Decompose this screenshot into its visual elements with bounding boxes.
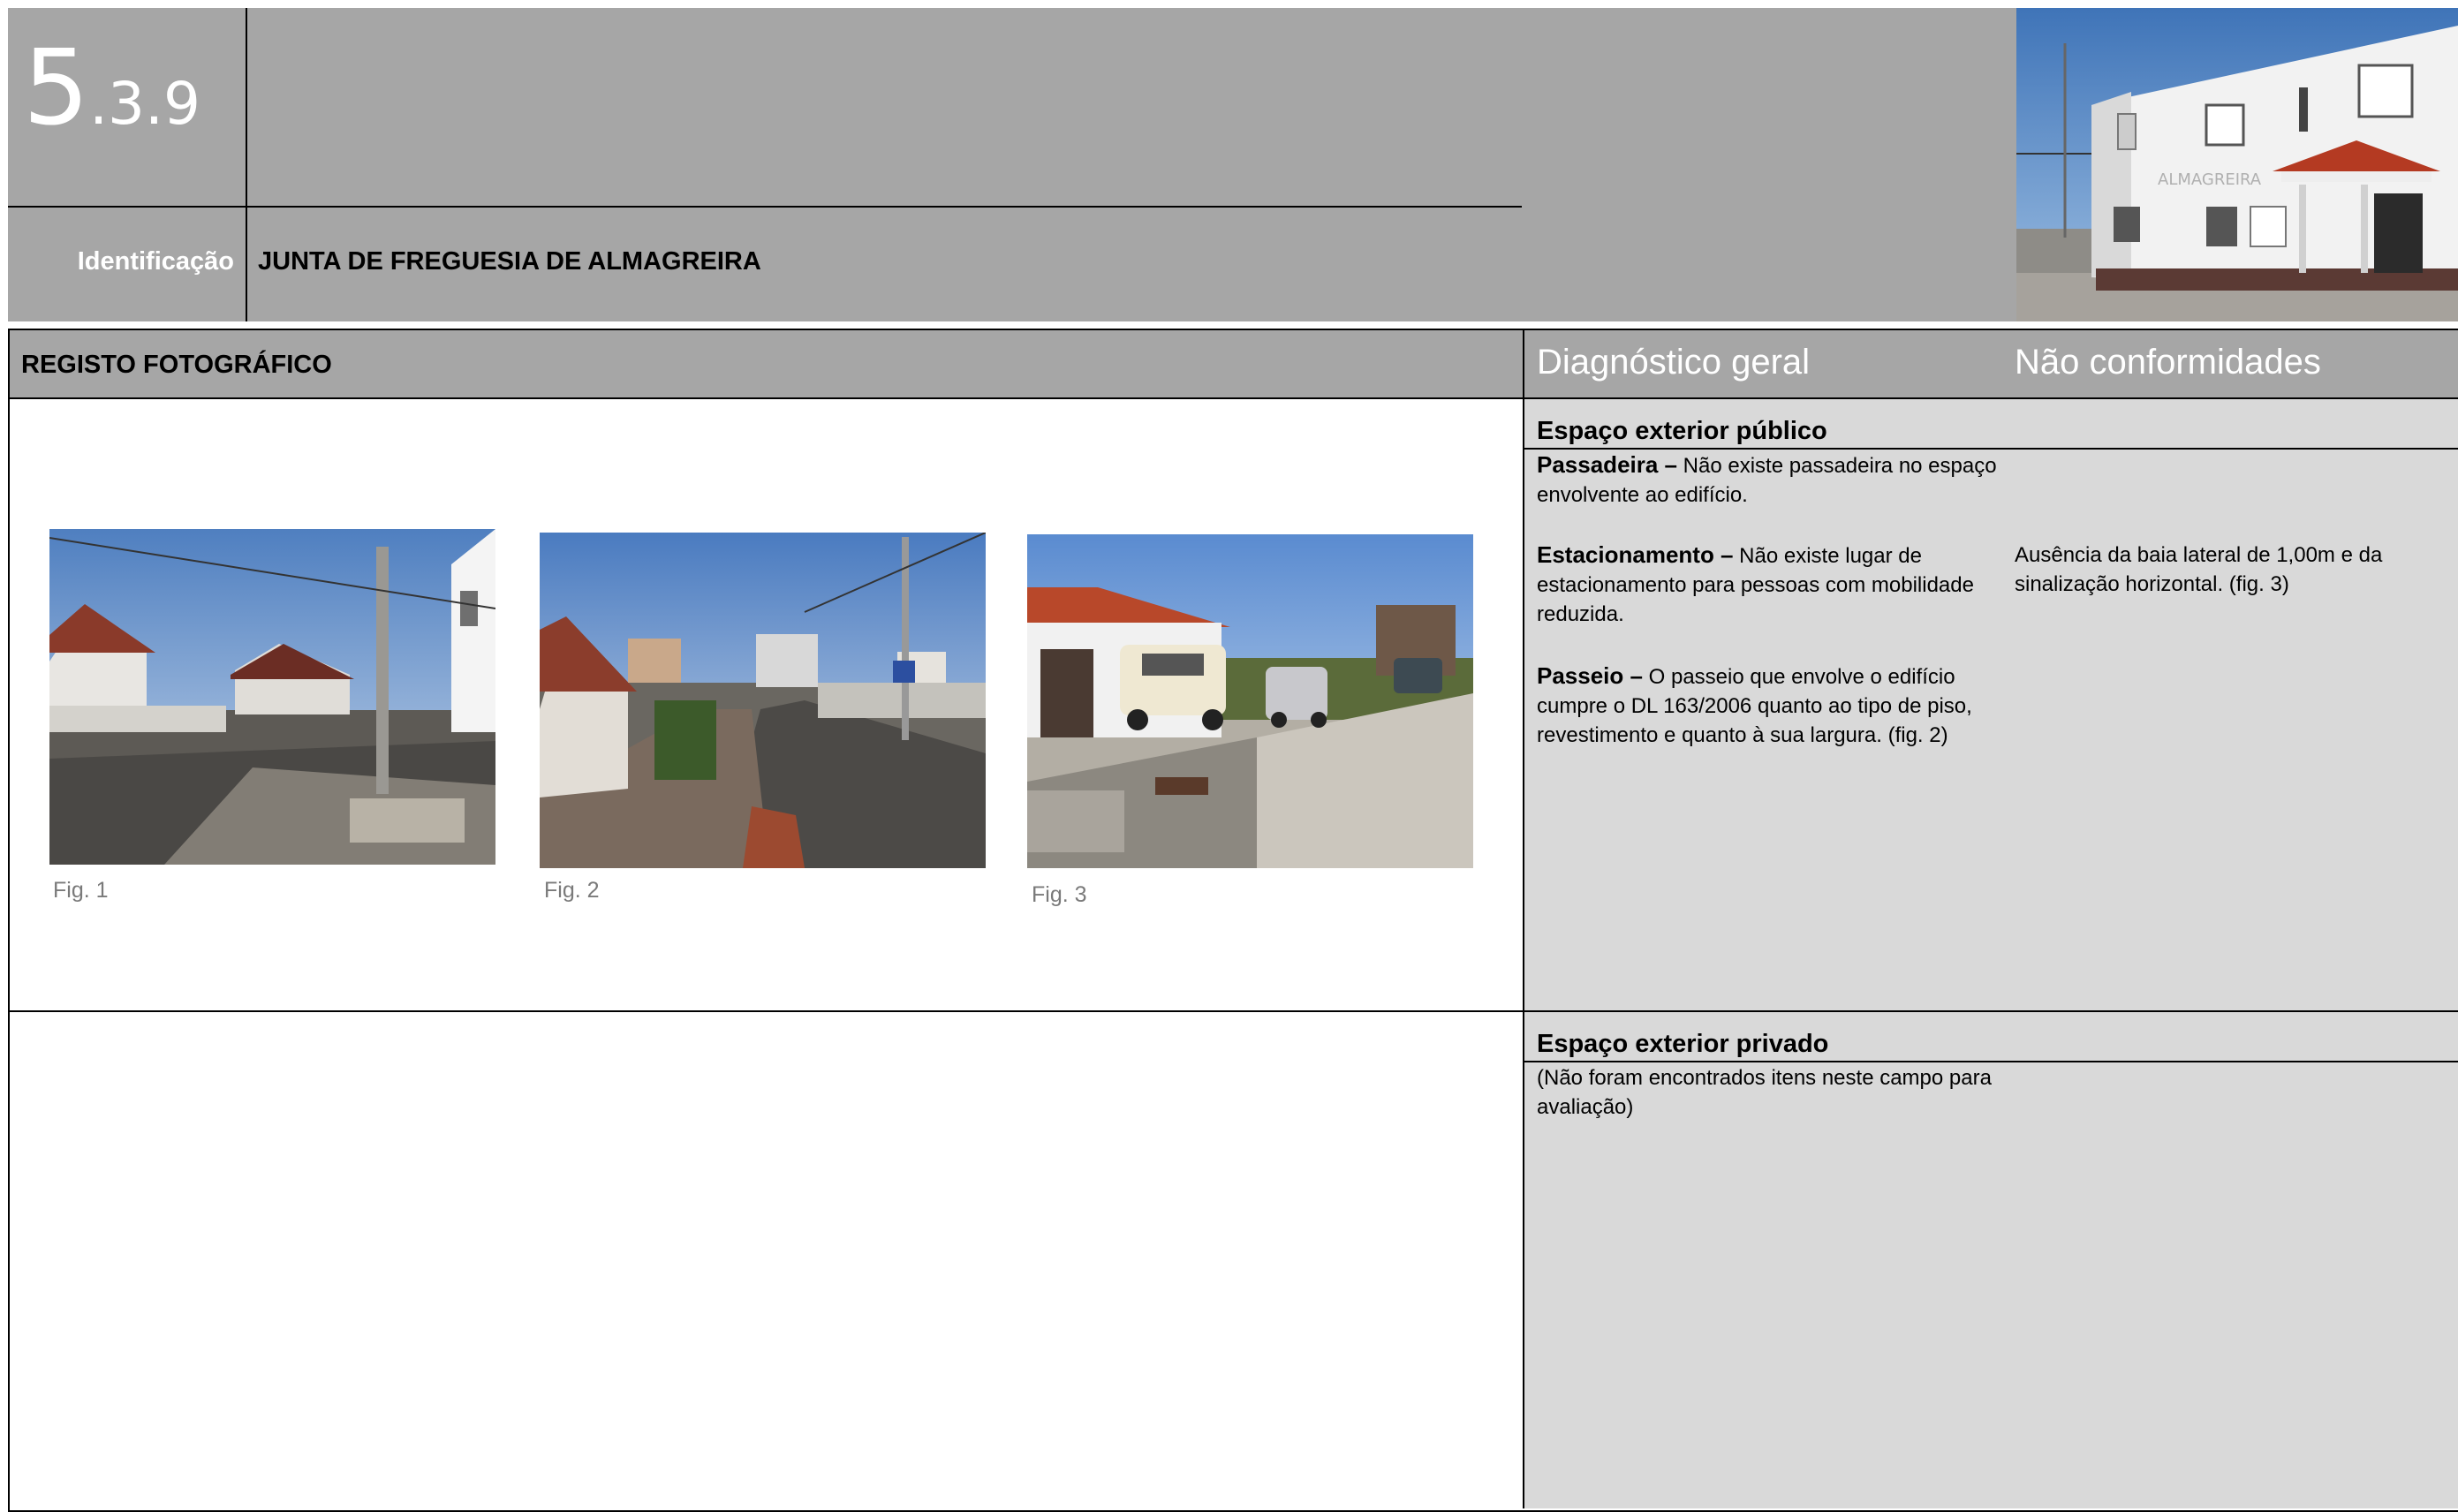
item-crosswalk: Passadeira – Não existe passadeira no es… xyxy=(1537,450,2005,510)
figure-3-caption: Fig. 3 xyxy=(1032,882,1087,907)
diagnosis-title: Diagnóstico geral xyxy=(1537,343,1811,382)
main-table xyxy=(8,329,2458,1512)
figure-3-photo xyxy=(1027,534,1473,868)
public-space-title: Espaço exterior público xyxy=(1537,417,1827,445)
item-sidewalk: Passeio – O passeio que envolve o edifíc… xyxy=(1537,662,2005,750)
section-number-sub: .3.9 xyxy=(89,70,201,138)
private-space-text: (Não foram encontrados itens neste campo… xyxy=(1537,1066,1992,1119)
item-sidewalk-term: Passeio – xyxy=(1537,662,1643,689)
table-vertical-rule xyxy=(1523,329,1524,1508)
figure-2-caption: Fig. 2 xyxy=(544,878,600,903)
building-photo: ALMAGREIRA xyxy=(2016,8,2458,321)
item-crosswalk-term: Passadeira – xyxy=(1537,451,1678,478)
parking-nonconformity: Ausência da baia lateral de 1,00m e da s… xyxy=(2015,543,2383,596)
header-horizontal-rule xyxy=(8,206,1522,208)
figure-1-photo xyxy=(49,529,495,865)
item-parking-term: Estacionamento – xyxy=(1537,541,1734,568)
photo-record-title: REGISTO FOTOGRÁFICO xyxy=(21,351,332,379)
section-number: 5.3.9 xyxy=(23,35,200,140)
identification-value: JUNTA DE FREGUESIA DE ALMAGREIRA xyxy=(258,247,761,276)
figure-2-photo xyxy=(540,533,986,868)
item-parking: Estacionamento – Não existe lugar de est… xyxy=(1537,541,2005,629)
section-number-main: 5 xyxy=(23,26,90,148)
public-space-rule xyxy=(1524,448,2458,450)
header-vertical-rule xyxy=(246,8,247,321)
svg-text:ALMAGREIRA: ALMAGREIRA xyxy=(2158,170,2262,189)
identification-label: Identificação xyxy=(77,247,234,276)
nonconformities-title: Não conformidades xyxy=(2015,343,2321,382)
private-space-title: Espaço exterior privado xyxy=(1537,1030,1829,1058)
table-row-divider xyxy=(8,1010,2458,1012)
figure-1-caption: Fig. 1 xyxy=(53,878,109,903)
private-space-rule xyxy=(1524,1061,2458,1062)
